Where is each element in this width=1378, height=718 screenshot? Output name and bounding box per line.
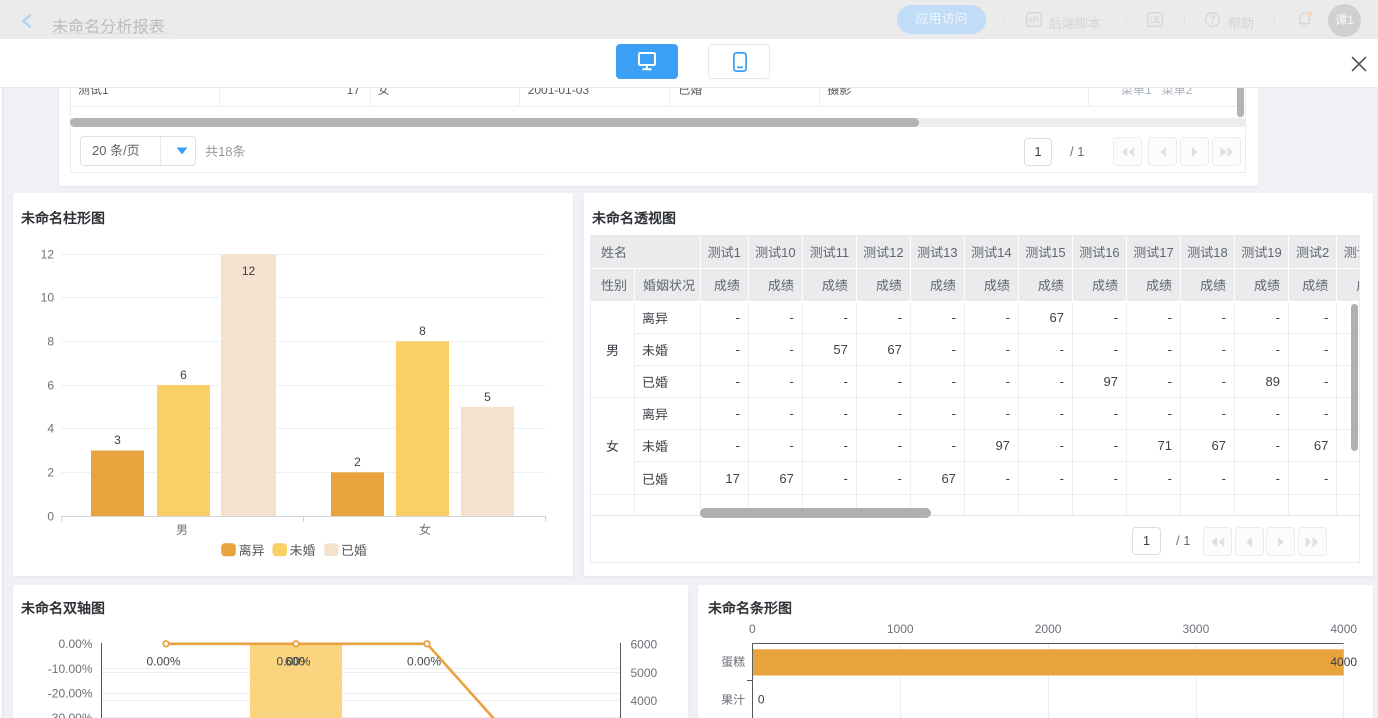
svg-text:4000: 4000 (631, 694, 658, 708)
svg-text:2000: 2000 (1034, 622, 1061, 636)
svg-text:0: 0 (757, 693, 764, 707)
svg-text:蛋糕: 蛋糕 (721, 655, 745, 669)
svg-text:0.00%: 0.00% (146, 654, 180, 668)
svg-text:0.00%: 0.00% (407, 654, 441, 668)
svg-text:6000: 6000 (631, 638, 658, 652)
svg-text:2: 2 (47, 466, 54, 480)
svg-text:8: 8 (419, 324, 426, 338)
svg-text:600: 600 (285, 654, 305, 668)
svg-text:离异: 离异 (239, 543, 265, 558)
svg-text:1000: 1000 (886, 622, 913, 636)
svg-text:4: 4 (47, 422, 54, 436)
svg-text:0: 0 (47, 510, 54, 524)
svg-text:4000: 4000 (1330, 655, 1357, 669)
svg-text:5000: 5000 (631, 666, 658, 680)
svg-text:-20.00%: -20.00% (48, 686, 93, 700)
svg-text:3000: 3000 (1182, 622, 1209, 636)
svg-text:0.00%: 0.00% (58, 637, 92, 651)
svg-text:未婚: 未婚 (290, 543, 316, 558)
svg-text:5: 5 (484, 390, 491, 404)
svg-text:12: 12 (41, 248, 55, 262)
svg-text:4000: 4000 (1330, 622, 1357, 636)
svg-text:男: 男 (176, 523, 188, 537)
svg-text:-30.00%: -30.00% (48, 711, 93, 718)
svg-text:女: 女 (419, 523, 431, 537)
svg-text:6: 6 (180, 368, 187, 382)
svg-text:3: 3 (114, 433, 121, 447)
svg-text:0: 0 (749, 622, 756, 636)
svg-text:12: 12 (242, 264, 256, 278)
svg-text:2: 2 (354, 455, 361, 469)
svg-text:6: 6 (47, 379, 54, 393)
svg-text:8: 8 (47, 335, 54, 349)
svg-text:已婚: 已婚 (341, 543, 367, 558)
svg-text:果汁: 果汁 (721, 693, 745, 707)
svg-text:-10.00%: -10.00% (48, 662, 93, 676)
svg-text:10: 10 (41, 291, 55, 305)
